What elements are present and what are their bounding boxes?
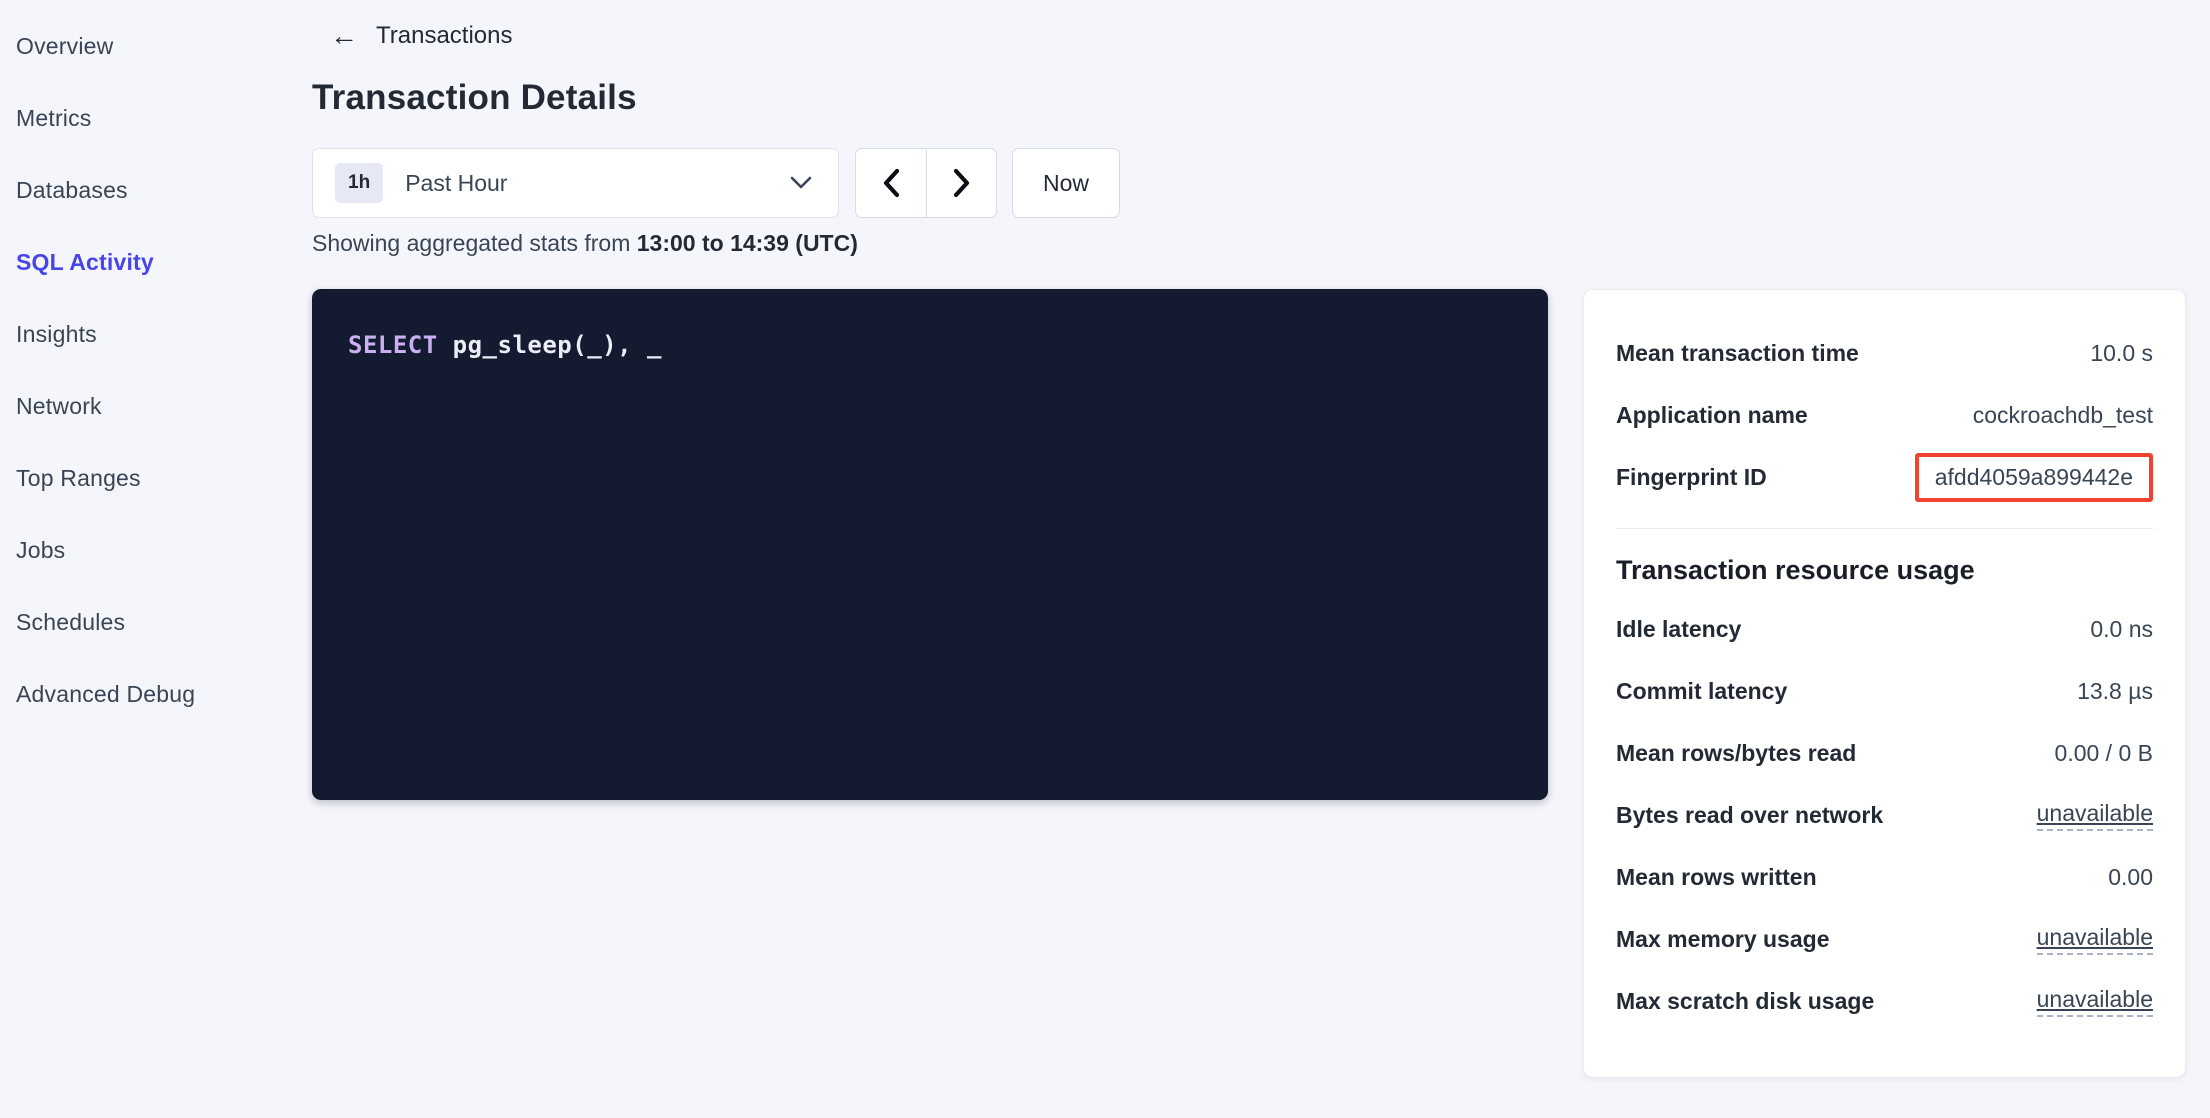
row-value: 0.00 / 0 B: [2055, 740, 2153, 767]
row-value: cockroachdb_test: [1973, 402, 2153, 429]
sql-statement-box: SELECT pg_sleep(_), _: [312, 289, 1548, 800]
bytes-read-over-network-row: Bytes read over network unavailable: [1616, 784, 2153, 846]
sidebar-item-network[interactable]: Network: [0, 370, 300, 442]
sidebar-item-insights[interactable]: Insights: [0, 298, 300, 370]
row-label: Mean rows written: [1616, 864, 1817, 891]
back-to-transactions-link[interactable]: Transactions: [376, 22, 513, 50]
time-range-selected-label: Past Hour: [405, 170, 790, 197]
transaction-details-card: Mean transaction time 10.0 s Application…: [1583, 289, 2186, 1078]
sidebar: Overview Metrics Databases SQL Activity …: [0, 0, 300, 730]
sidebar-item-sql-activity[interactable]: SQL Activity: [0, 226, 300, 298]
fingerprint-id-highlight: afdd4059a899442e: [1915, 453, 2153, 502]
aggregated-stats-window: 13:00 to 14:39 (UTC): [637, 230, 858, 256]
aggregated-stats-prefix: Showing aggregated stats from: [312, 230, 637, 256]
sql-body: pg_sleep(_), _: [438, 331, 662, 359]
row-label: Mean rows/bytes read: [1616, 740, 1856, 767]
chevron-left-icon: [882, 168, 900, 198]
idle-latency-row: Idle latency 0.0 ns: [1616, 598, 2153, 660]
row-label: Application name: [1616, 402, 1808, 429]
row-label: Max scratch disk usage: [1616, 988, 1874, 1015]
back-arrow-icon[interactable]: ←: [330, 22, 358, 50]
row-value: 10.0 s: [2090, 340, 2153, 367]
row-value: 13.8 µs: [2077, 678, 2153, 705]
commit-latency-row: Commit latency 13.8 µs: [1616, 660, 2153, 722]
next-interval-button[interactable]: [926, 149, 996, 217]
breadcrumb: ← Transactions: [330, 22, 513, 50]
page-title: Transaction Details: [312, 78, 637, 118]
transaction-details-page: Overview Metrics Databases SQL Activity …: [0, 0, 2210, 1118]
sql-keyword: SELECT: [348, 331, 438, 359]
sidebar-item-top-ranges[interactable]: Top Ranges: [0, 442, 300, 514]
time-range-dropdown[interactable]: 1h Past Hour: [312, 148, 839, 218]
row-label: Mean transaction time: [1616, 340, 1859, 367]
aggregated-stats-range: Showing aggregated stats from 13:00 to 1…: [312, 230, 858, 257]
row-label: Max memory usage: [1616, 926, 1829, 953]
chevron-down-icon: [790, 176, 812, 190]
mean-rows-written-row: Mean rows written 0.00: [1616, 846, 2153, 908]
sidebar-item-jobs[interactable]: Jobs: [0, 514, 300, 586]
mean-transaction-time-row: Mean transaction time 10.0 s: [1616, 322, 2153, 384]
max-scratch-disk-usage-row: Max scratch disk usage unavailable: [1616, 970, 2153, 1032]
unavailable-tooltip-value[interactable]: unavailable: [2037, 800, 2153, 831]
card-divider: [1616, 528, 2153, 529]
application-name-row: Application name cockroachdb_test: [1616, 384, 2153, 446]
chevron-right-icon: [953, 168, 971, 198]
max-memory-usage-row: Max memory usage unavailable: [1616, 908, 2153, 970]
unavailable-tooltip-value[interactable]: unavailable: [2037, 924, 2153, 955]
row-value: 0.00: [2108, 864, 2153, 891]
time-controls: 1h Past Hour Now: [312, 148, 1120, 218]
sidebar-item-overview[interactable]: Overview: [0, 10, 300, 82]
sidebar-item-advanced-debug[interactable]: Advanced Debug: [0, 658, 300, 730]
row-label: Commit latency: [1616, 678, 1787, 705]
previous-interval-button[interactable]: [856, 149, 926, 217]
row-value: 0.0 ns: [2090, 616, 2153, 643]
fingerprint-id-row: Fingerprint ID afdd4059a899442e: [1616, 446, 2153, 508]
sidebar-item-databases[interactable]: Databases: [0, 154, 300, 226]
time-range-badge: 1h: [335, 163, 383, 203]
sidebar-item-schedules[interactable]: Schedules: [0, 586, 300, 658]
row-label: Fingerprint ID: [1616, 464, 1767, 491]
mean-rows-bytes-read-row: Mean rows/bytes read 0.00 / 0 B: [1616, 722, 2153, 784]
time-nav-buttons: [855, 148, 997, 218]
sidebar-item-metrics[interactable]: Metrics: [0, 82, 300, 154]
resource-usage-heading: Transaction resource usage: [1616, 555, 2153, 586]
row-label: Idle latency: [1616, 616, 1741, 643]
now-button[interactable]: Now: [1012, 148, 1120, 218]
unavailable-tooltip-value[interactable]: unavailable: [2037, 986, 2153, 1017]
row-label: Bytes read over network: [1616, 802, 1883, 829]
sql-statement-text: SELECT pg_sleep(_), _: [348, 331, 1512, 359]
